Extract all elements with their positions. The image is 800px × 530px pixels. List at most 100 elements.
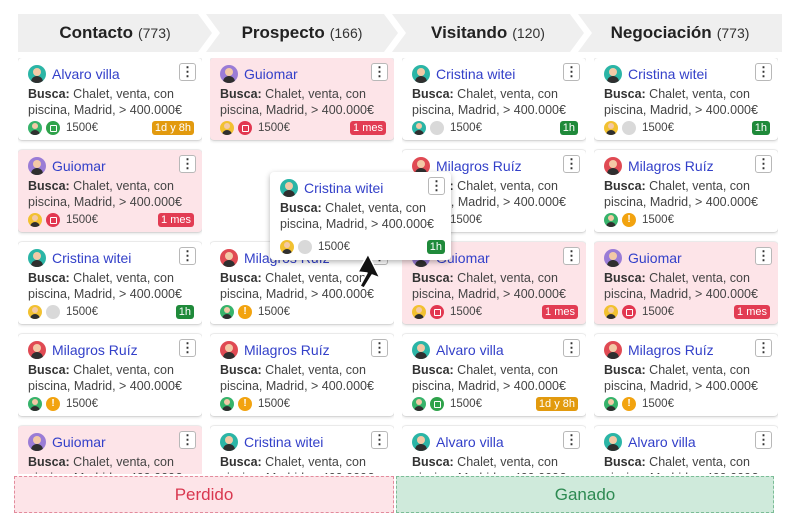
card-menu-button[interactable]: ⋮ [755,339,772,357]
price: 1500€ [258,122,290,134]
lead-name[interactable]: Alvaro villa [436,434,504,450]
card-menu-button[interactable]: ⋮ [179,63,196,81]
lead-card[interactable]: Cristina witei ⋮ Busca: Chalet, venta, c… [594,58,778,140]
price: 1500€ [642,306,674,318]
time-badge: 1 mes [350,121,386,135]
lead-search-criteria: Busca: Chalet, venta, con piscina, Madri… [280,201,434,231]
lead-card[interactable]: Cristina witei ⋮ Busca: Chalet, venta, c… [210,426,394,474]
avatar [412,341,430,359]
lead-card[interactable]: Guiomar ⋮ Busca: Chalet, venta, con pisc… [18,426,202,474]
lead-card[interactable]: Guiomar ⋮ Busca: Chalet, venta, con pisc… [594,242,778,324]
price: 1500€ [642,122,674,134]
lead-card[interactable]: Cristina witei ⋮ Busca: Chalet, venta, c… [402,58,586,140]
card-menu-button[interactable]: ⋮ [755,63,772,81]
avatar [28,65,46,83]
lead-search-criteria: Busca: Chalet, venta, con piscina, Madri… [412,455,566,474]
lead-name[interactable]: Alvaro villa [628,434,696,450]
card-menu-button[interactable]: ⋮ [371,431,388,449]
time-badge: 1d y 8h [535,397,578,411]
card-menu-button[interactable]: ⋮ [179,155,196,173]
lead-card[interactable]: Alvaro villa ⋮ Busca: Chalet, venta, con… [594,426,778,474]
lead-card[interactable]: Milagros Ruíz ⋮ Busca: Chalet, venta, co… [18,334,202,416]
stage-visitando[interactable]: Visitando (120) [392,14,584,52]
agent-avatar [604,213,618,227]
lead-name[interactable]: Guiomar [52,434,106,450]
card-menu-button[interactable]: ⋮ [755,247,772,265]
lead-card[interactable]: Milagros Ruíz ⋮ Busca: Chalet, venta, co… [594,334,778,416]
card-menu-button[interactable]: ⋮ [371,339,388,357]
card-menu-button[interactable]: ⋮ [755,155,772,173]
lead-card[interactable]: Cristina witei ⋮ Busca: Chalet, venta, c… [18,242,202,324]
time-badge: 1 mes [158,213,194,227]
agent-avatar [220,305,234,319]
lead-card[interactable]: Milagros Ruíz ⋮ Busca: Chalet, venta, co… [594,150,778,232]
card-menu-button[interactable]: ⋮ [755,431,772,449]
stage-contacto[interactable]: Contacto (773) [18,14,212,52]
lead-card[interactable]: Alvaro villa ⋮ Busca: Chalet, venta, con… [402,334,586,416]
lead-name[interactable]: Guiomar [244,66,298,82]
alert-icon: ! [46,397,60,411]
price: 1500€ [450,122,482,134]
lead-name[interactable]: Cristina witei [304,180,383,196]
card-menu-button[interactable]: ⋮ [563,155,580,173]
agent-avatar [604,397,618,411]
card-menu-button[interactable]: ⋮ [563,431,580,449]
lead-name[interactable]: Cristina witei [628,66,707,82]
lead-card[interactable]: Guiomar ⋮ Busca: Chalet, venta, con pisc… [18,150,202,232]
price: 1500€ [450,398,482,410]
agent-avatar [28,121,42,135]
lead-name[interactable]: Milagros Ruíz [628,342,714,358]
card-menu-button[interactable]: ⋮ [179,339,196,357]
lead-name[interactable]: Milagros Ruíz [244,342,330,358]
dragged-lead-card[interactable]: Cristina witei ⋮ Busca: Chalet, venta, c… [270,172,451,260]
lead-card[interactable]: Guiomar ⋮ Busca: Chalet, venta, con pisc… [210,58,394,140]
time-badge: 1 mes [734,305,770,319]
lead-search-criteria: Busca: Chalet, venta, con piscina, Madri… [412,363,566,393]
avatar [604,157,622,175]
avatar [412,433,430,451]
drop-zone-lost[interactable]: Perdido [14,476,394,513]
column-negociacion: Cristina witei ⋮ Busca: Chalet, venta, c… [594,58,778,474]
card-menu-button[interactable]: ⋮ [179,431,196,449]
lead-name[interactable]: Alvaro villa [52,66,120,82]
stage-count: (120) [512,25,545,41]
lead-name[interactable]: Alvaro villa [436,342,504,358]
lead-search-criteria: Busca: Chalet, venta, con piscina, Madri… [28,179,182,209]
price: 1500€ [66,122,98,134]
calendar-icon [430,305,444,319]
agent-avatar [220,397,234,411]
stage-name: Negociación [610,23,712,42]
lead-card[interactable]: Milagros Ruíz ⋮ Busca: Chalet, venta, co… [210,334,394,416]
card-menu-button[interactable]: ⋮ [179,247,196,265]
lead-card[interactable]: Alvaro villa ⋮ Busca: Chalet, venta, con… [18,58,202,140]
card-menu-button[interactable]: ⋮ [563,339,580,357]
stage-prospecto[interactable]: Prospecto (166) [206,14,398,52]
card-menu-button[interactable]: ⋮ [371,63,388,81]
stage-negociacion[interactable]: Negociación (773) [578,14,782,52]
card-menu-button[interactable]: ⋮ [563,63,580,81]
calendar-icon [430,397,444,411]
agent-avatar [412,121,426,135]
lead-name[interactable]: Cristina witei [244,434,323,450]
stage-count: (166) [329,25,363,41]
lead-card[interactable]: Alvaro villa ⋮ Busca: Chalet, venta, con… [402,426,586,474]
drop-zone-won[interactable]: Ganado [396,476,774,513]
stage-count: (773) [137,25,171,41]
avatar [220,433,238,451]
lead-name[interactable]: Guiomar [52,158,106,174]
card-menu-button[interactable]: ⋮ [563,247,580,265]
lead-name[interactable]: Milagros Ruíz [52,342,138,358]
price: 1500€ [258,306,290,318]
lead-name[interactable]: Milagros Ruíz [628,158,714,174]
lead-name[interactable]: Guiomar [628,250,682,266]
lead-search-criteria: Busca: Chalet, venta, con piscina, Madri… [220,87,374,117]
circle-icon [430,121,444,135]
lead-name[interactable]: Cristina witei [52,250,131,266]
price: 1500€ [642,214,674,226]
lead-name[interactable]: Cristina witei [436,66,515,82]
time-badge: 1d y 8h [151,121,194,135]
lead-search-criteria: Busca: Chalet, venta, con piscina, Madri… [28,87,182,117]
card-menu-button[interactable]: ⋮ [428,177,445,195]
avatar [604,65,622,83]
circle-icon [46,305,60,319]
